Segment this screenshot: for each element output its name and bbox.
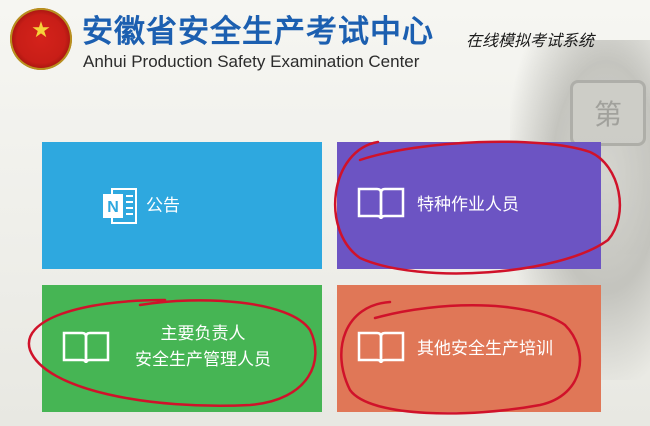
svg-text:N: N xyxy=(107,199,119,216)
principal-label-line2: 安全生产管理人员 xyxy=(135,350,271,370)
other-training-tile[interactable]: 其他安全生产培训 xyxy=(337,285,601,412)
site-title-cn: 安徽省安全生产考试中心 xyxy=(82,14,434,50)
principal-label-line1: 主要负责人 xyxy=(160,324,246,344)
open-book-icon xyxy=(357,331,405,364)
other-training-label: 其他安全生产培训 xyxy=(417,339,553,359)
special-operators-label: 特种作业人员 xyxy=(417,195,519,215)
principal-managers-tile[interactable]: 主要负责人 安全生产管理人员 xyxy=(42,285,322,412)
open-book-icon xyxy=(357,187,405,220)
special-operators-tile[interactable]: 特种作业人员 xyxy=(337,142,601,269)
site-title-en: Anhui Production Safety Examination Cent… xyxy=(83,52,420,71)
notice-label: 公告 xyxy=(146,196,180,216)
onenote-icon: N xyxy=(103,188,137,224)
notice-tile[interactable]: N 公告 xyxy=(42,142,322,269)
open-book-icon xyxy=(62,331,110,364)
site-header: ★ 安徽省安全生产考试中心 Anhui Production Safety Ex… xyxy=(0,0,650,90)
national-emblem-icon: ★ xyxy=(10,8,72,70)
system-subtitle: 在线模拟考试系统 xyxy=(466,31,595,50)
